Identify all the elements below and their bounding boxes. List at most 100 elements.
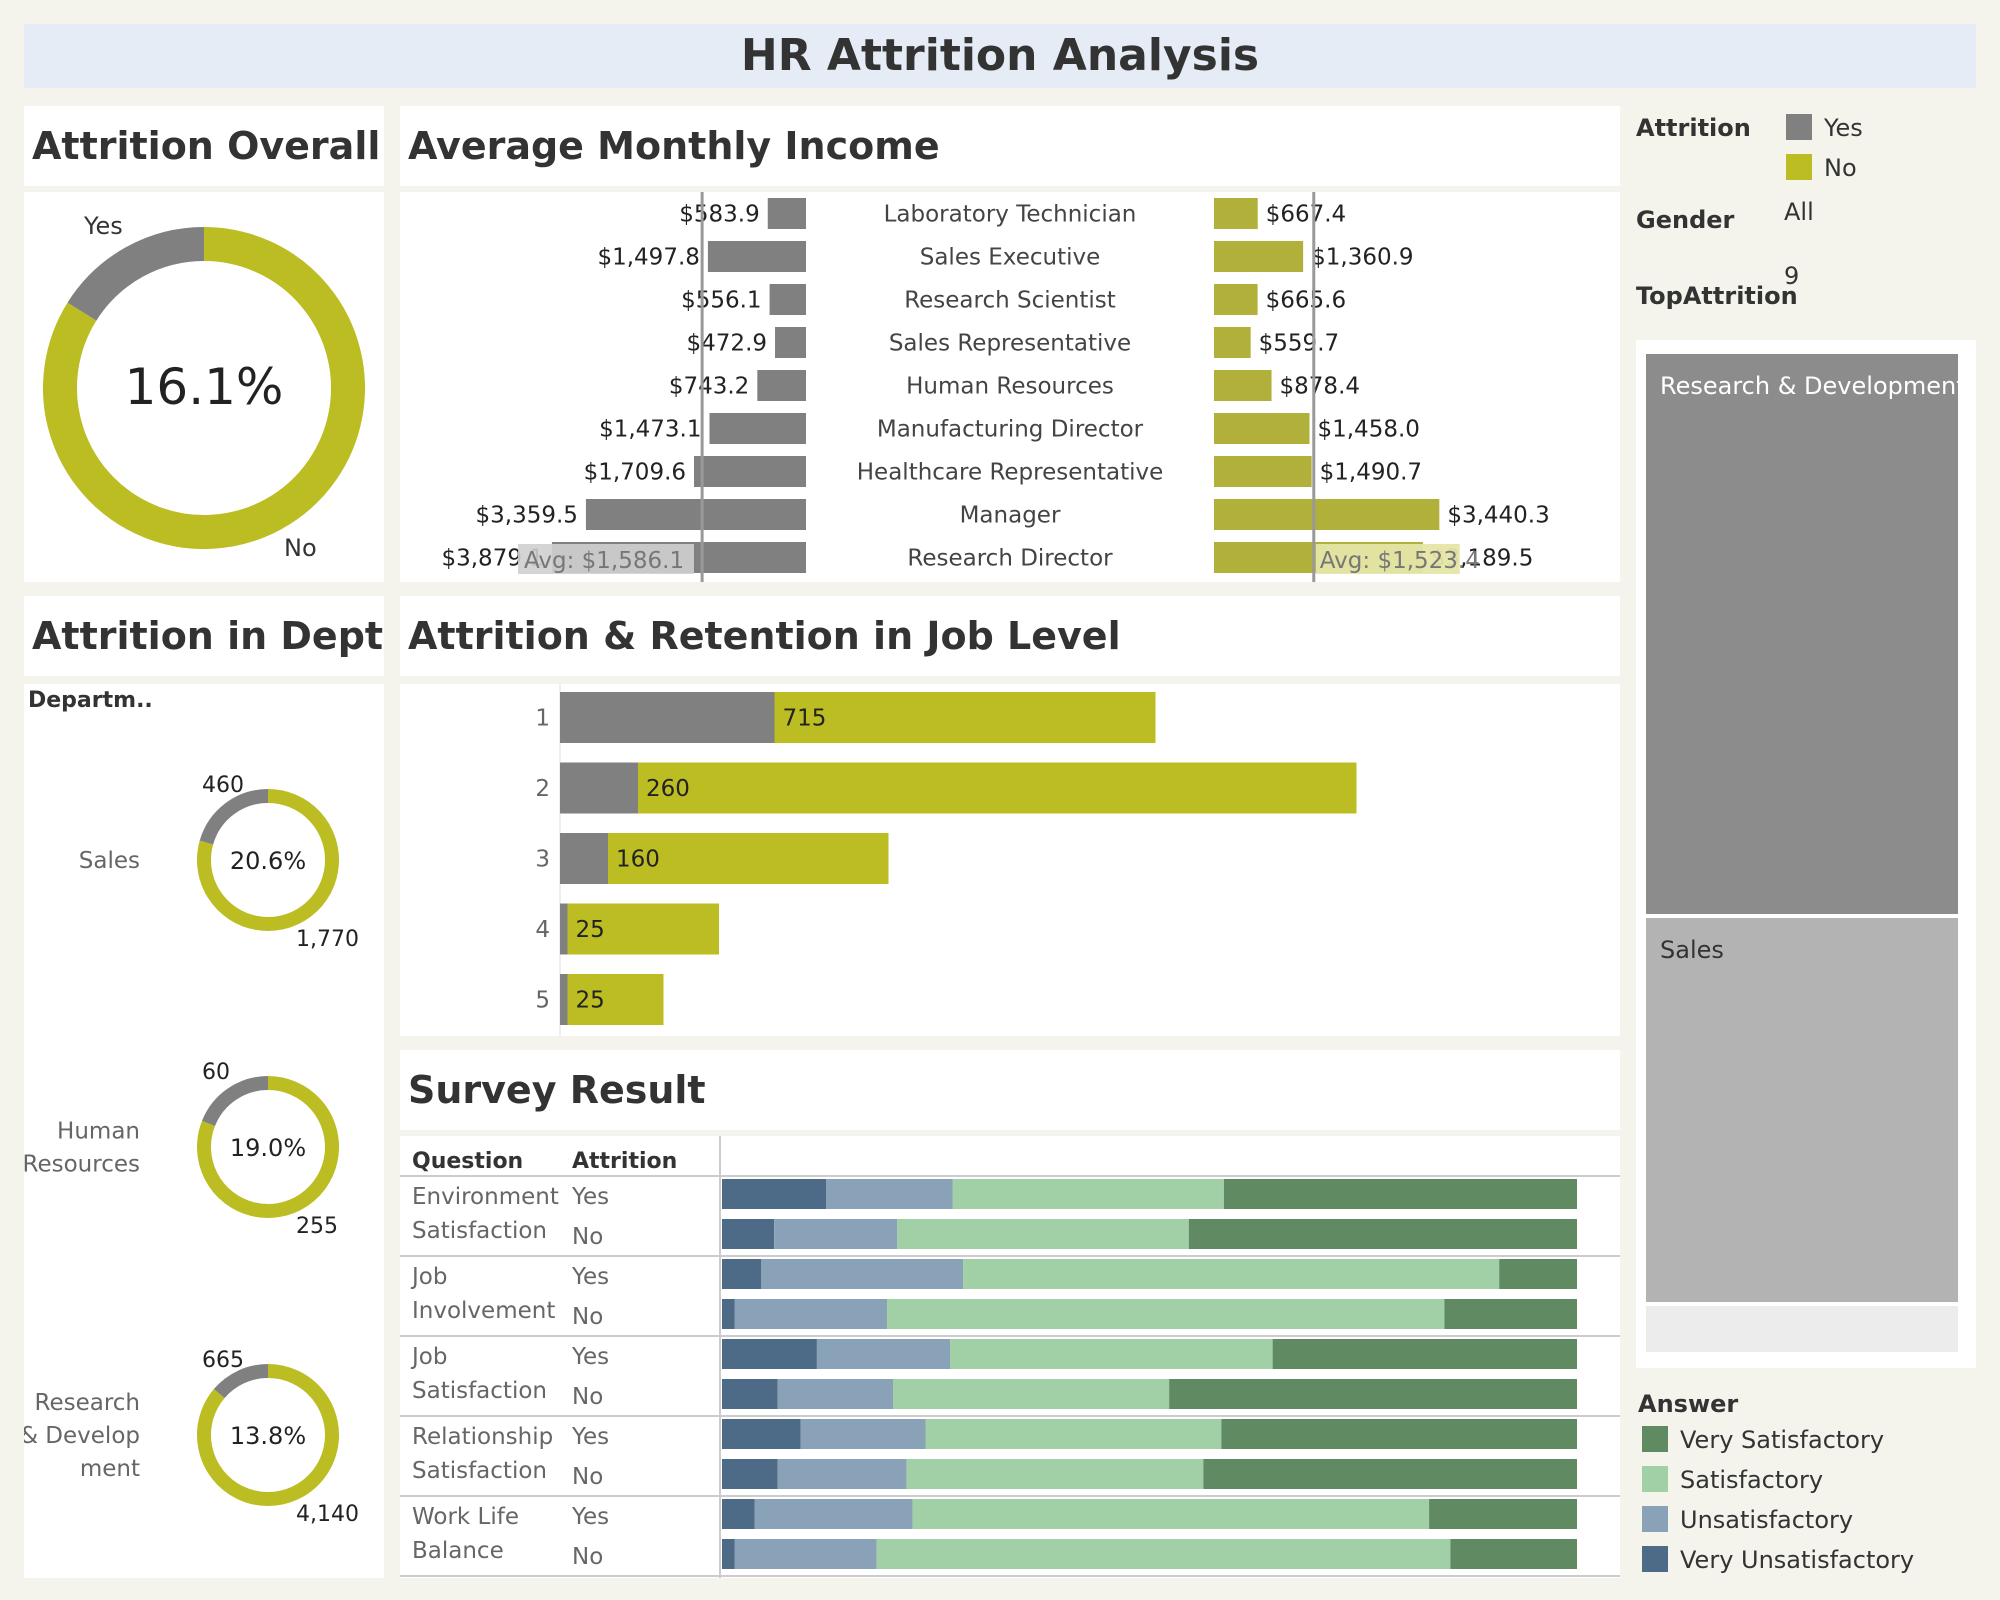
dept-2-name: ment [80,1456,140,1482]
income-yes-bar [775,327,806,358]
income-no-bar [1214,499,1440,530]
attrition-filter-label: Attrition [1636,114,1751,142]
survey-segment-very_unsatisfactory [722,1419,801,1449]
income-no-bar [1214,284,1258,315]
income-category-label: Sales Representative [889,331,1131,357]
joblevel-yes-label: 160 [616,847,660,873]
joblevel-category-label: 3 [535,847,550,873]
overall-percent: 16.1% [124,358,284,416]
answer-label-unsatisfactory[interactable]: Unsatisfactory [1680,1506,1853,1534]
survey-segment-unsatisfactory [734,1539,877,1569]
overall-yes-arc [67,227,205,321]
dept-1-name: Resources [24,1152,140,1178]
income-yes-label: $1,497.8 [597,245,699,271]
survey-segment-unsatisfactory [826,1179,953,1209]
income-no-avg-label: Avg: $1,523.4 [1320,548,1480,574]
income-yes-bar [585,499,806,530]
survey-segment-very_satisfactory [1169,1379,1577,1409]
income-yes-label: $743.2 [669,374,749,400]
legend-no-label[interactable]: No [1824,154,1857,182]
dept-1-yes-count: 60 [202,1060,230,1085]
treemap-tile-rnd[interactable]: Research & Development [1646,354,1966,914]
survey-attrition-label: Yes [571,1184,609,1210]
income-no-bar [1214,327,1251,358]
survey-segment-unsatisfactory [800,1419,926,1449]
income-yes-bar [769,284,806,315]
income-category-label: Manager [960,503,1061,529]
income-no-label: $3,440.3 [1447,503,1549,529]
treemap-tile-hr[interactable] [1646,1306,1958,1352]
survey-segment-very_unsatisfactory [722,1179,827,1209]
answer-label-very-satisfactory[interactable]: Very Satisfactory [1680,1426,1884,1454]
survey-segment-satisfactory [912,1499,1430,1529]
income-no-label: $1,490.7 [1320,460,1422,486]
dashboard-title: HR Attrition Analysis [740,30,1260,81]
survey-chart[interactable]: Question Attrition Environment Satisfaction… [400,1136,1620,1578]
income-category-label: Laboratory Technician [884,202,1137,228]
joblevel-category-label: 4 [535,917,550,943]
survey-segment-unsatisfactory [816,1339,951,1369]
survey-header: Survey Result [400,1050,1620,1130]
survey-question-label: Balance [412,1538,504,1564]
joblevel-yes-bar [560,692,775,743]
survey-question-label: Environment [412,1184,559,1210]
survey-segment-very_unsatisfactory [722,1299,735,1329]
survey-question-label: Work Life [412,1504,519,1530]
survey-segment-very_unsatisfactory [722,1339,817,1369]
survey-segment-very_satisfactory [1444,1299,1577,1329]
survey-attrition-label: No [572,1464,603,1490]
survey-segment-very_satisfactory [1188,1219,1577,1249]
answer-label-very-unsatisfactory[interactable]: Very Unsatisfactory [1680,1546,1914,1574]
top-attrition-value[interactable]: 9 [1784,262,1799,290]
survey-segment-unsatisfactory [777,1379,893,1409]
dept-0-percent: 20.6% [230,847,306,875]
joblevel-header: Attrition & Retention in Job Level [400,596,1620,676]
attrition-overall-header: Attrition Overall [24,106,384,186]
survey-attrition-label: No [572,1224,603,1250]
income-category-label: Research Scientist [904,288,1116,314]
survey-attrition-label: No [572,1384,603,1410]
joblevel-yes-label: 25 [576,988,605,1014]
overall-yes-label: Yes [84,212,123,240]
survey-segment-unsatisfactory [777,1459,907,1489]
joblevel-yes-bar [560,762,638,814]
survey-segment-satisfactory [893,1379,1170,1409]
survey-segment-very_satisfactory [1221,1419,1577,1449]
dept-0-no-count: 1,770 [296,927,359,952]
income-yes-avg-label: Avg: $1,586.1 [524,548,684,574]
survey-question-label: Job [410,1344,447,1370]
survey-attrition-label: No [572,1304,603,1330]
income-chart[interactable]: $583.9 $667.4 Laboratory Technician $1,497.… [400,192,1620,582]
treemap-tile-sales-label: Sales [1660,936,1724,964]
answer-swatch-unsatisfactory [1642,1506,1668,1532]
survey-segment-very_satisfactory [1429,1499,1577,1529]
treemap-tile-sales[interactable]: Sales [1646,918,1958,1302]
survey-segment-very_satisfactory [1203,1459,1577,1489]
survey-question-label: Satisfaction [412,1218,547,1244]
dept-donut-chart[interactable]: 20.6% 460 1,770 Sales 19.0% 60 255 Human Resourc… [20,684,384,1578]
survey-segment-very_unsatisfactory [722,1379,778,1409]
answer-legend-title: Answer [1638,1390,1739,1418]
joblevel-chart[interactable]: 715 1 260 2 160 3 25 4 25 5 [400,684,1620,1036]
dept-title: Attrition in Dept [32,614,384,658]
legend-yes-swatch [1786,114,1812,140]
treemap-tile-rnd-label: Research & Development [1660,372,1966,400]
attrition-overall-title: Attrition Overall [32,124,381,168]
survey-question-label: Job [410,1264,447,1290]
dept-column-header: Departm.. [28,688,153,713]
answer-label-satisfactory[interactable]: Satisfactory [1680,1466,1823,1494]
dept-header: Attrition in Dept [24,596,384,676]
gender-filter-value[interactable]: All [1784,198,1814,226]
answer-swatch-satisfactory [1642,1466,1668,1492]
joblevel-no-bar [774,692,1156,743]
joblevel-yes-bar [560,903,568,955]
survey-header-attrition: Attrition [572,1149,677,1174]
survey-header-question: Question [412,1149,523,1174]
income-panel: $583.9 $667.4 Laboratory Technician $1,497.… [400,192,1620,582]
joblevel-yes-label: 715 [783,706,827,732]
survey-segment-very_satisfactory [1223,1179,1577,1209]
survey-segment-very_unsatisfactory [722,1219,775,1249]
legend-yes-label[interactable]: Yes [1824,114,1863,142]
survey-segment-satisfactory [887,1299,1445,1329]
income-category-label: Human Resources [906,374,1114,400]
